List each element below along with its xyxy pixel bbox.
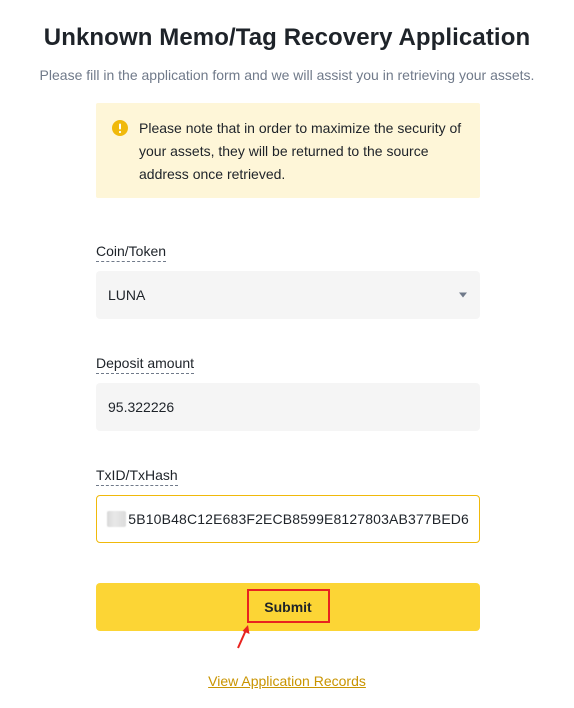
- annotation-arrow-icon: [237, 625, 250, 649]
- page-subtitle: Please fill in the application form and …: [39, 67, 535, 83]
- coin-label: Coin/Token: [96, 242, 167, 262]
- warning-icon: [112, 120, 128, 136]
- deposit-amount-value: 95.322226: [108, 399, 175, 415]
- notice-text: Please note that in order to maximize th…: [139, 120, 462, 182]
- txid-label: TxID/TxHash: [96, 466, 178, 486]
- recovery-page: Unknown Memo/Tag Recovery Application Pl…: [0, 0, 574, 708]
- annotation-highlight-box: [247, 589, 330, 623]
- deposit-amount-input[interactable]: 95.322226: [96, 383, 480, 431]
- amount-label: Deposit amount: [96, 354, 195, 374]
- redacted-region: [107, 511, 127, 527]
- coin-select[interactable]: LUNA: [96, 271, 480, 319]
- page-title: Unknown Memo/Tag Recovery Application: [43, 24, 531, 51]
- txid-value: 5B10B48C12E683F2ECB8599E8127803AB377BED6: [128, 511, 469, 527]
- records-link-row: View Application Records: [0, 673, 574, 689]
- txid-input[interactable]: 5B10B48C12E683F2ECB8599E8127803AB377BED6: [96, 495, 480, 543]
- view-application-records-link[interactable]: View Application Records: [208, 673, 366, 689]
- coin-select-value: LUNA: [108, 287, 146, 303]
- caret-down-icon: [459, 292, 467, 298]
- security-notice: Please note that in order to maximize th…: [96, 103, 480, 198]
